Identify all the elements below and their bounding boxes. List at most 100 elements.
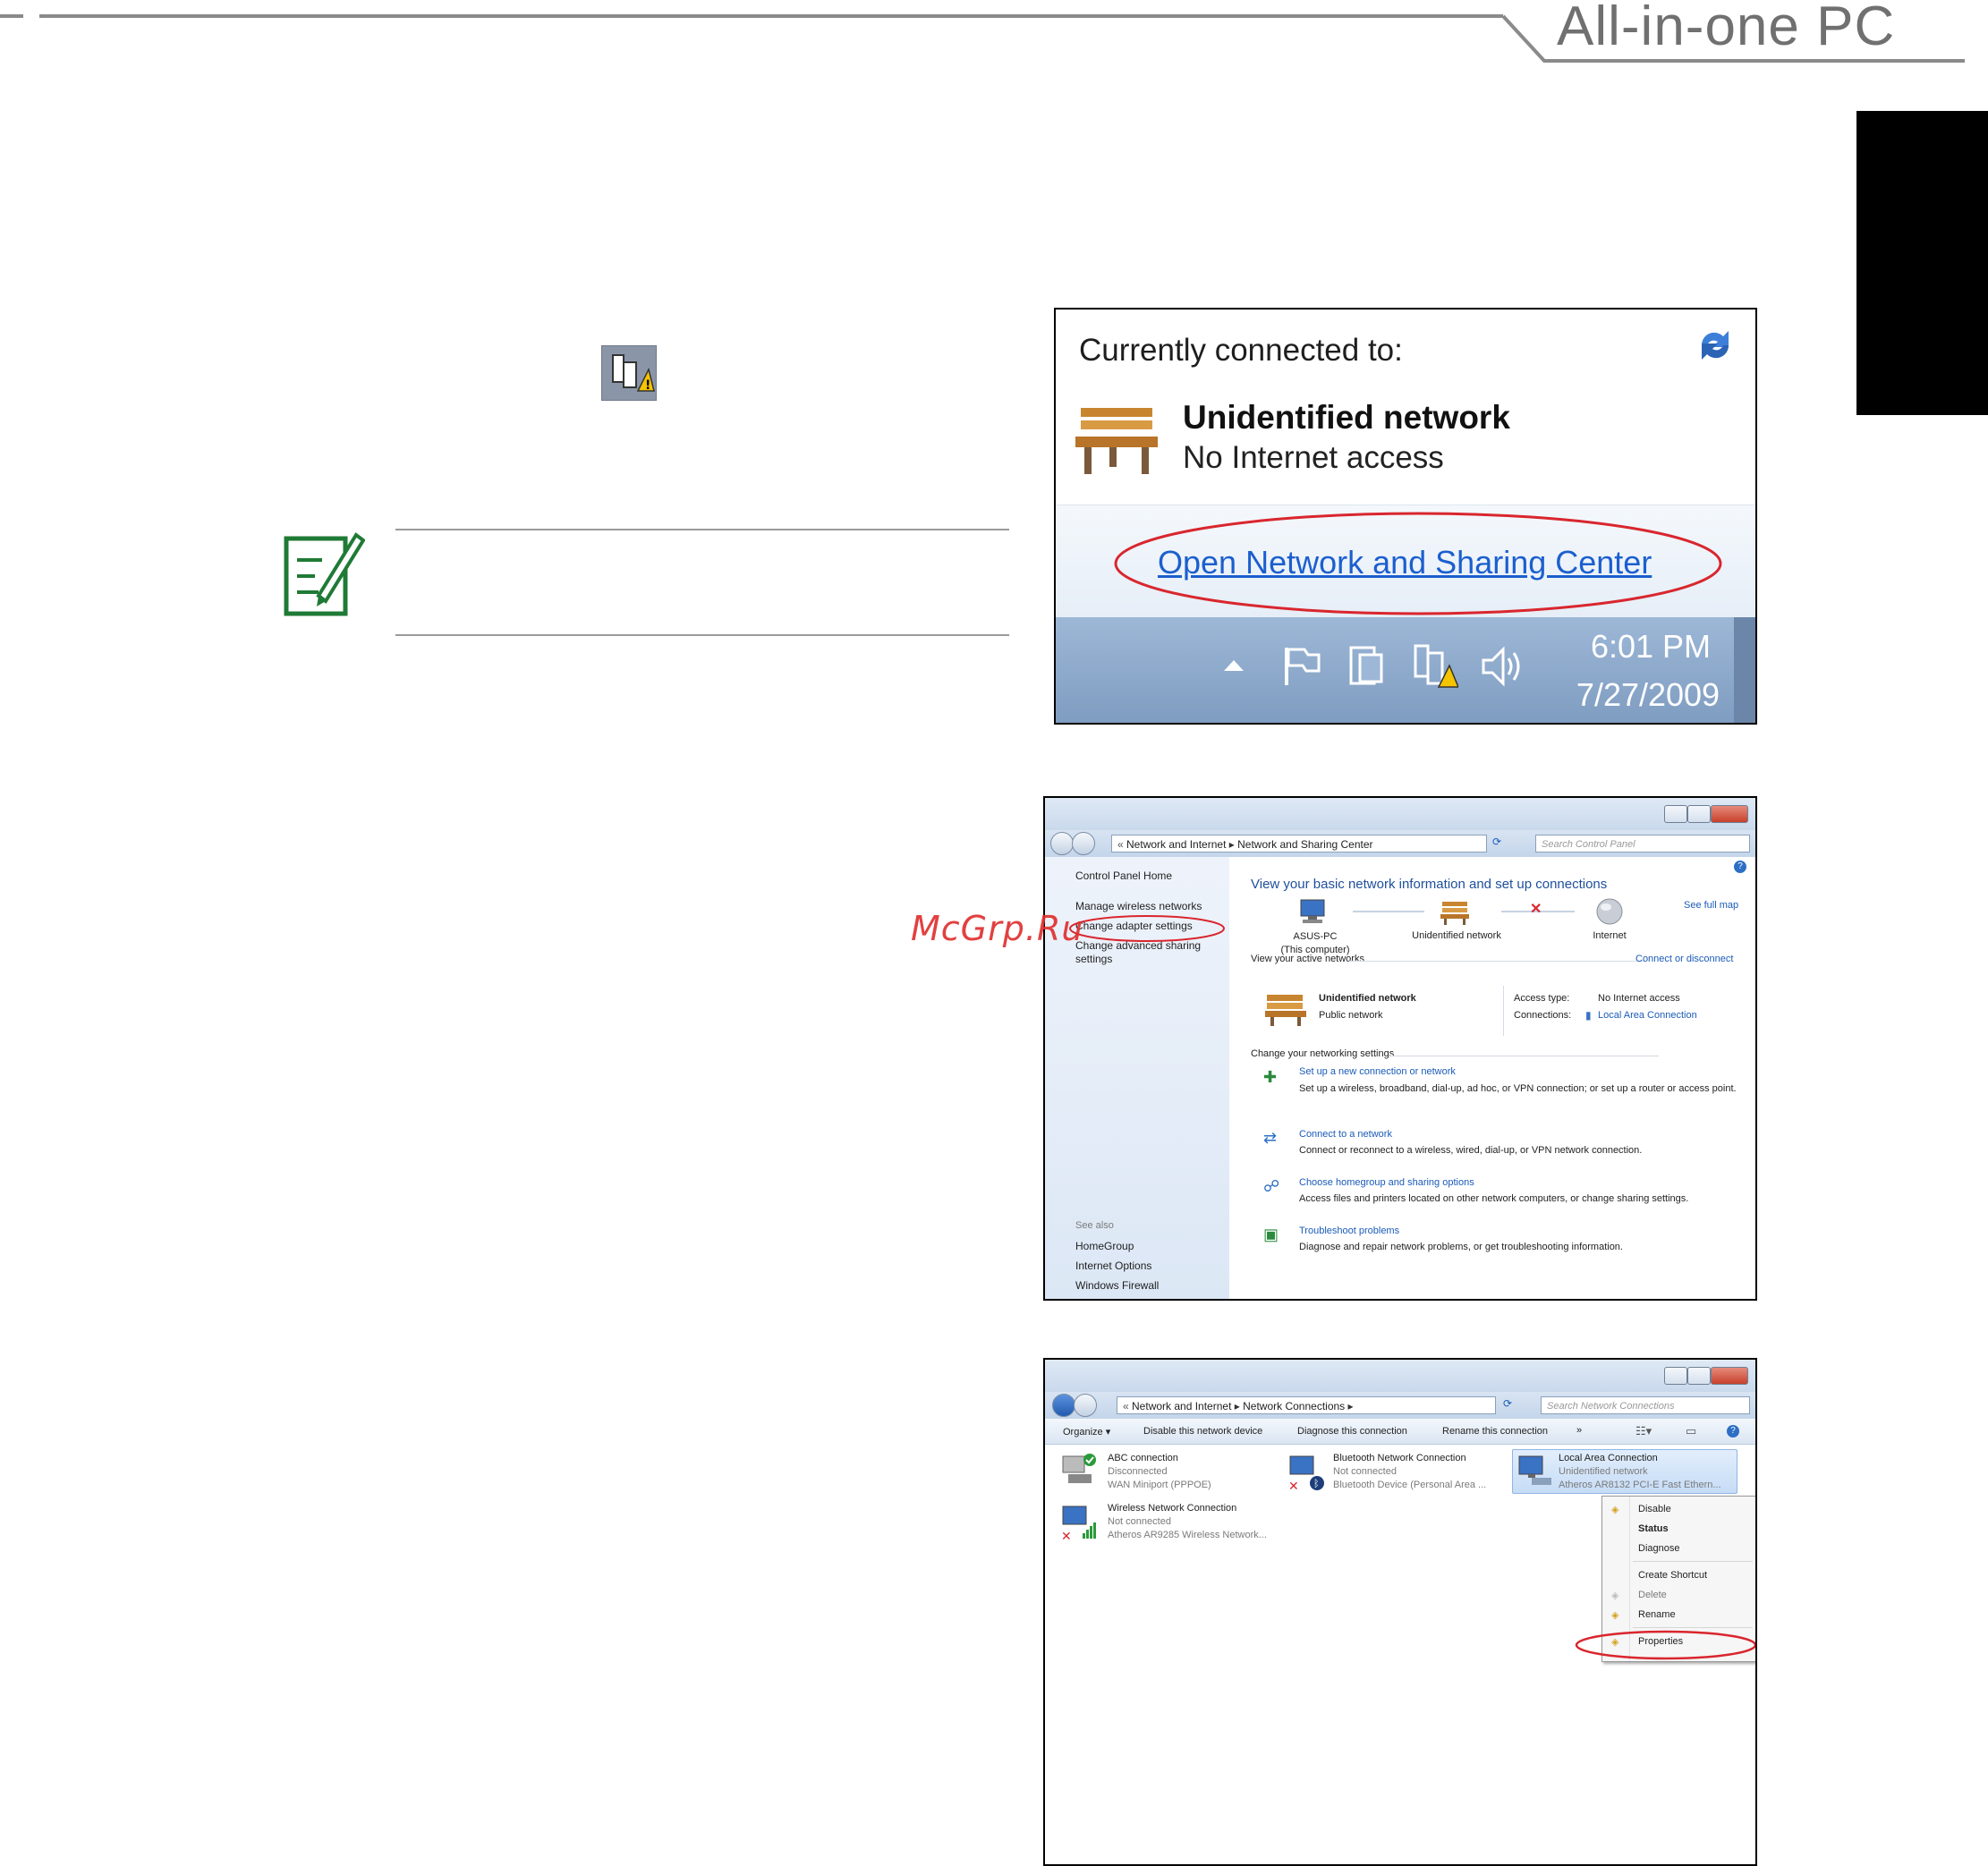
task-description: Diagnose and repair network problems, or… — [1299, 1242, 1623, 1252]
shield-icon: ◈ — [1611, 1590, 1619, 1601]
highlight-ellipse — [1069, 915, 1225, 942]
network-connections-window: « Network and Internet ▸ Network Connect… — [1043, 1358, 1757, 1866]
maximize-button[interactable] — [1687, 805, 1711, 823]
troubleshoot-icon: ▣ — [1263, 1226, 1279, 1243]
close-button[interactable] — [1711, 805, 1748, 823]
connect-disconnect-link[interactable]: Connect or disconnect — [1635, 954, 1733, 964]
active-network-type[interactable]: Public network — [1319, 1010, 1383, 1021]
bench-network-icon — [1075, 408, 1158, 474]
clock-time[interactable]: 6:01 PM — [1575, 628, 1727, 666]
map-computer-name: ASUS-PC — [1293, 931, 1338, 942]
change-settings-label: Change your networking settings — [1251, 1048, 1395, 1059]
breadcrumb-item[interactable]: Network and Internet — [1126, 838, 1226, 851]
task-link[interactable]: Choose homegroup and sharing options — [1299, 1177, 1474, 1188]
search-input[interactable]: Search Network Connections — [1541, 1396, 1750, 1414]
menu-item-delete: Delete — [1638, 1590, 1667, 1600]
see-full-map-link[interactable]: See full map — [1684, 900, 1738, 911]
refresh-icon[interactable]: ⟳ — [1503, 1397, 1519, 1413]
svg-text:✕: ✕ — [1288, 1480, 1299, 1492]
breadcrumb-item[interactable]: Network Connections — [1243, 1400, 1345, 1412]
menu-item-diagnose[interactable]: Diagnose — [1638, 1543, 1679, 1554]
see-also-label: See also — [1075, 1220, 1114, 1231]
connection-status: Disconnected — [1108, 1466, 1168, 1477]
connection-name[interactable]: Bluetooth Network Connection — [1333, 1453, 1466, 1463]
see-also-windows-firewall[interactable]: Windows Firewall — [1075, 1279, 1159, 1292]
view-options-icon[interactable]: ☷▾ — [1635, 1424, 1652, 1438]
network-warning-icon: ! — [601, 345, 657, 401]
back-button[interactable] — [1050, 832, 1074, 855]
breadcrumb-item[interactable]: Network and Internet — [1132, 1400, 1231, 1412]
menu-item-rename[interactable]: Rename — [1638, 1609, 1676, 1620]
local-area-connection-link[interactable]: Local Area Connection — [1598, 1010, 1697, 1021]
refresh-icon[interactable] — [1693, 326, 1737, 365]
show-hidden-icons-icon[interactable] — [1222, 657, 1245, 674]
new-connection-icon: ✚ — [1263, 1068, 1278, 1086]
back-button[interactable] — [1052, 1394, 1075, 1417]
connection-device: WAN Miniport (PPPOE) — [1108, 1480, 1211, 1490]
menu-item-disable[interactable]: Disable — [1638, 1504, 1671, 1514]
connections-label: Connections: — [1514, 1010, 1572, 1021]
watermark: McGrp.Ru — [911, 909, 1084, 948]
volume-icon[interactable] — [1478, 644, 1523, 689]
shield-icon: ◈ — [1611, 1505, 1619, 1515]
computer-icon — [1300, 899, 1325, 923]
forward-button[interactable] — [1072, 832, 1095, 855]
connection-name[interactable]: Wireless Network Connection — [1108, 1503, 1236, 1514]
ethernet-icon: ▮ — [1585, 1009, 1592, 1022]
connection-device: Bluetooth Device (Personal Area ... — [1333, 1480, 1487, 1490]
preview-pane-icon[interactable]: ▭ — [1686, 1424, 1696, 1438]
homegroup-icon: ☍ — [1263, 1177, 1280, 1195]
task-link[interactable]: Set up a new connection or network — [1299, 1066, 1456, 1077]
highlight-ellipse — [1575, 1630, 1755, 1660]
rename-connection-button[interactable]: Rename this connection — [1442, 1426, 1548, 1437]
access-type-label: Access type: — [1514, 993, 1570, 1004]
disable-device-button[interactable]: Disable this network device — [1143, 1426, 1262, 1437]
bench-network-icon — [1265, 995, 1306, 1026]
access-type-value: No Internet access — [1598, 993, 1680, 1004]
highlight-ellipse — [1114, 512, 1722, 615]
address-bar: « Network and Internet ▸ Network Connect… — [1045, 1392, 1755, 1419]
note-bottom-rule — [395, 634, 1009, 636]
svg-text:ᛒ: ᛒ — [1313, 1478, 1320, 1489]
diagnose-connection-button[interactable]: Diagnose this connection — [1297, 1426, 1407, 1437]
svg-text:✕: ✕ — [1061, 1530, 1072, 1542]
refresh-icon[interactable]: ⟳ — [1492, 835, 1508, 852]
task-description: Set up a wireless, broadband, dial-up, a… — [1299, 1083, 1737, 1094]
network-warning-tray-icon[interactable] — [1412, 642, 1458, 689]
search-input[interactable]: Search Control Panel — [1535, 835, 1750, 852]
connection-name[interactable]: ABC connection — [1108, 1453, 1178, 1463]
minimize-button[interactable] — [1664, 805, 1687, 823]
map-link — [1353, 911, 1424, 912]
menu-item-status[interactable]: Status — [1638, 1523, 1669, 1534]
show-desktop-button[interactable] — [1734, 617, 1755, 723]
wireless-connection-icon: ✕ — [1061, 1506, 1096, 1542]
action-center-flag-icon[interactable] — [1279, 644, 1324, 689]
power-plug-icon[interactable] — [1344, 642, 1390, 689]
connection-status: Unidentified network — [1559, 1466, 1648, 1477]
popup-network-name: Unidentified network — [1183, 399, 1510, 436]
help-icon[interactable]: ? — [1734, 861, 1746, 873]
connection-name[interactable]: Local Area Connection — [1559, 1453, 1658, 1463]
manual-title: All-in-one PC — [1557, 0, 1896, 57]
maximize-button[interactable] — [1687, 1367, 1711, 1385]
minimize-button[interactable] — [1664, 1367, 1687, 1385]
help-icon[interactable]: ? — [1727, 1425, 1739, 1438]
sidebar-home-link[interactable]: Control Panel Home — [1075, 869, 1172, 882]
breadcrumb[interactable]: « Network and Internet ▸ Network Connect… — [1117, 1396, 1496, 1414]
connection-status: Not connected — [1108, 1516, 1171, 1527]
main-title: View your basic network information and … — [1251, 877, 1608, 892]
active-network-name: Unidentified network — [1319, 993, 1416, 1004]
menu-item-create-shortcut[interactable]: Create Shortcut — [1638, 1570, 1707, 1581]
see-also-homegroup[interactable]: HomeGroup — [1075, 1240, 1134, 1252]
forward-button[interactable] — [1074, 1394, 1097, 1417]
task-link[interactable]: Troubleshoot problems — [1299, 1226, 1399, 1236]
more-commands-button[interactable]: » — [1576, 1425, 1582, 1436]
task-link[interactable]: Connect to a network — [1299, 1129, 1392, 1140]
close-button[interactable] — [1711, 1367, 1748, 1385]
breadcrumb-item[interactable]: Network and Sharing Center — [1237, 838, 1372, 851]
connection-device: Atheros AR8132 PCI-E Fast Ethern... — [1559, 1480, 1721, 1490]
organize-menu[interactable]: Organize ▾ — [1063, 1426, 1110, 1438]
breadcrumb[interactable]: « Network and Internet ▸ Network and Sha… — [1111, 835, 1487, 852]
see-also-internet-options[interactable]: Internet Options — [1075, 1260, 1151, 1272]
clock-date[interactable]: 7/27/2009 — [1567, 676, 1729, 714]
